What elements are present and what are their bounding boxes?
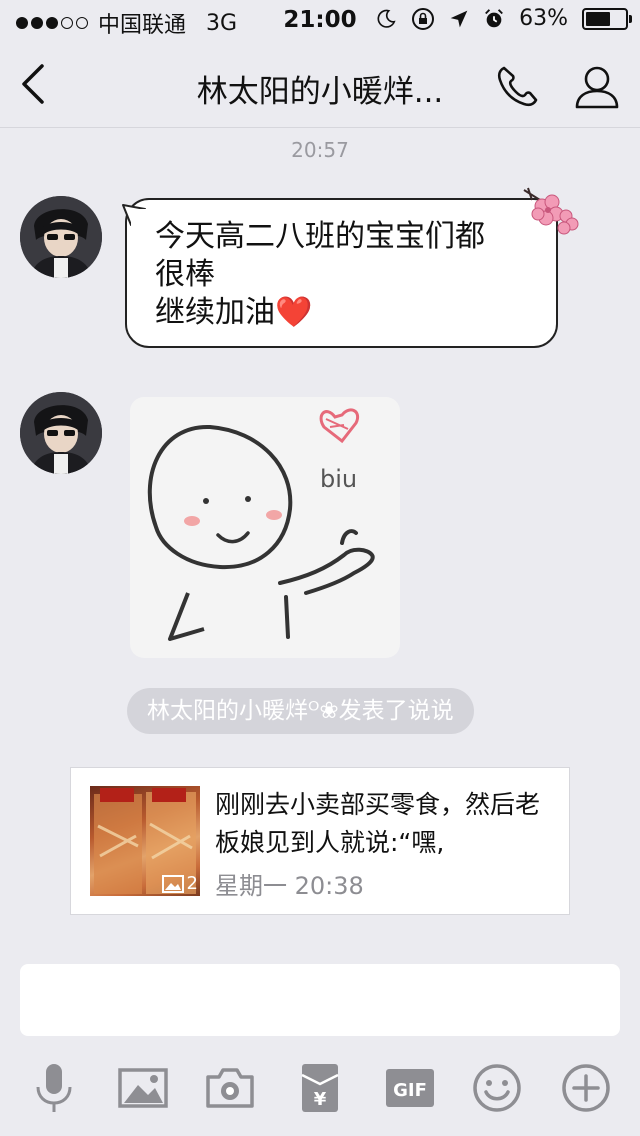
battery-percentage: 63%	[519, 6, 568, 31]
sender-avatar[interactable]	[20, 196, 102, 278]
location-icon	[450, 10, 468, 27]
phone-icon[interactable]	[492, 62, 542, 112]
gif-icon[interactable]: GIF	[383, 1061, 437, 1115]
post-preview-text: 刚刚去小卖部买零食，然后老板娘见到人就说:“嘿,	[215, 790, 541, 857]
shared-post-card[interactable]: 2 刚刚去小卖部买零食，然后老板娘见到人就说:“嘿, 星期一 20:38	[70, 767, 570, 915]
system-notice: 林太阳的小暖烊ᴼ❀发表了说说	[127, 688, 474, 734]
bubble-tail	[122, 204, 147, 227]
message-bubble[interactable]: 今天高二八班的宝宝们都 很棒 继续加油❤️	[122, 198, 558, 348]
camera-icon[interactable]	[203, 1061, 257, 1115]
image-count-badge: 2	[161, 873, 198, 894]
status-bar: 中国联通 3G 21:00 63%	[0, 0, 640, 40]
message-line: 继续加油❤️	[155, 294, 528, 332]
sticker-message[interactable]: biu	[130, 397, 400, 658]
message-line: 很棒	[155, 257, 215, 292]
red-envelope-icon[interactable]: ¥	[293, 1061, 347, 1115]
moon-icon	[377, 9, 396, 28]
message-line: 今天高二八班的宝宝们都	[155, 219, 485, 254]
battery-fill	[586, 11, 610, 26]
mic-icon[interactable]	[27, 1061, 81, 1115]
image-count: 2	[186, 873, 198, 894]
input-toolbar: ¥ GIF	[0, 1055, 640, 1125]
orientation-lock-icon	[412, 7, 435, 30]
alarm-icon	[485, 8, 503, 27]
message-timestamp: 20:57	[291, 138, 349, 162]
plus-icon[interactable]	[559, 1061, 613, 1115]
chevron-left-icon[interactable]	[14, 62, 54, 106]
profile-icon[interactable]	[572, 62, 622, 112]
chat-title[interactable]: 林太阳的小暖烊...	[150, 66, 490, 111]
sticker-caption: biu	[320, 465, 357, 493]
message-line-text: 继续加油	[155, 295, 275, 330]
gif-label: GIF	[393, 1080, 427, 1101]
cherry-blossom-decoration-icon	[523, 187, 579, 235]
post-date: 星期一 20:38	[215, 872, 364, 900]
red-envelope-label: ¥	[314, 1089, 327, 1110]
message-input[interactable]	[20, 964, 620, 1036]
chat-header: 林太阳的小暖烊...	[0, 40, 640, 128]
sender-avatar[interactable]	[20, 392, 102, 474]
status-right: 63%	[375, 6, 632, 31]
image-icon	[161, 874, 184, 893]
post-thumbnail: 2	[90, 786, 200, 896]
emoji-icon[interactable]	[470, 1061, 524, 1115]
heart-emoji: ❤️	[275, 295, 313, 330]
image-icon[interactable]	[116, 1061, 170, 1115]
battery-icon	[582, 7, 632, 30]
